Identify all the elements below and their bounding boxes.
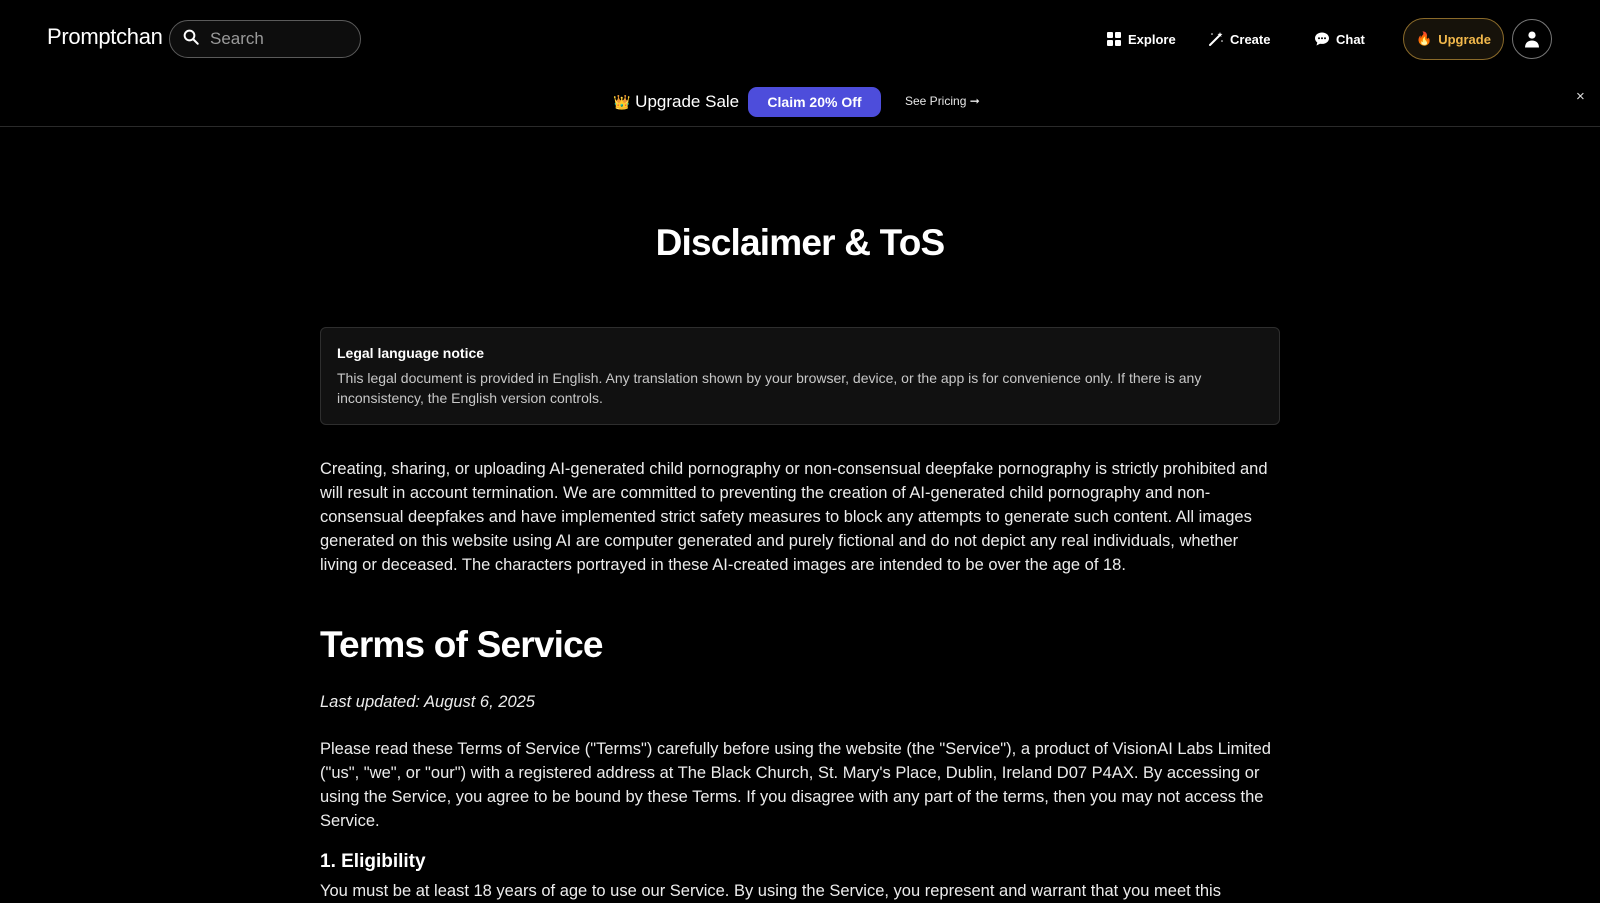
page-title: Disclaimer & ToS	[655, 222, 946, 263]
search-icon	[182, 28, 200, 51]
legal-language-notice: Legal language notice This legal documen…	[320, 327, 1280, 425]
chat-bubble-icon	[1315, 32, 1329, 46]
promo-title: 👑 Upgrade Sale	[613, 92, 739, 112]
nav-explore[interactable]: Explore	[1106, 28, 1176, 50]
site-logo[interactable]: Promptchan	[47, 24, 163, 50]
nav-create-label: Create	[1230, 31, 1271, 47]
nav-chat-label: Chat	[1336, 31, 1365, 47]
user-icon	[1525, 31, 1539, 48]
claim-discount-button[interactable]: Claim 20% Off	[748, 87, 881, 117]
search-box[interactable]	[169, 20, 361, 58]
nav-explore-label: Explore	[1128, 31, 1176, 47]
crown-icon: 👑	[613, 94, 631, 110]
nav-create[interactable]: Create	[1208, 28, 1270, 50]
search-input[interactable]	[210, 29, 350, 49]
last-updated: Last updated: August 6, 2025	[320, 693, 535, 711]
notice-title: Legal language notice	[337, 345, 485, 361]
see-pricing-link[interactable]: See Pricing ➞	[905, 94, 980, 108]
promo-title-text: Upgrade Sale	[635, 92, 740, 111]
wand-icon	[1209, 32, 1223, 46]
nav-chat[interactable]: Chat	[1314, 28, 1365, 50]
upgrade-label: Upgrade	[1438, 31, 1491, 47]
promo-banner: 👑 Upgrade Sale Claim 20% Off See Pricing…	[0, 78, 1600, 127]
flame-icon: 🔥	[1416, 31, 1433, 46]
section-heading-eligibility: 1. Eligibility	[320, 851, 426, 872]
upgrade-button[interactable]: 🔥 Upgrade	[1403, 18, 1504, 60]
grid-icon	[1107, 32, 1121, 46]
section-body-eligibility: You must be at least 18 years of age to …	[320, 882, 1221, 900]
close-icon[interactable]: ×	[1576, 88, 1585, 105]
disclaimer-paragraph: Creating, sharing, or uploading AI-gener…	[320, 460, 1268, 574]
tos-intro-paragraph: Please read these Terms of Service ("Ter…	[320, 740, 1271, 830]
tos-heading: Terms of Service	[320, 624, 603, 665]
notice-body: This legal document is provided in Engli…	[337, 370, 1202, 406]
top-navigation-bar: Promptchan Explore Create	[0, 0, 1600, 78]
account-button[interactable]	[1512, 19, 1552, 59]
